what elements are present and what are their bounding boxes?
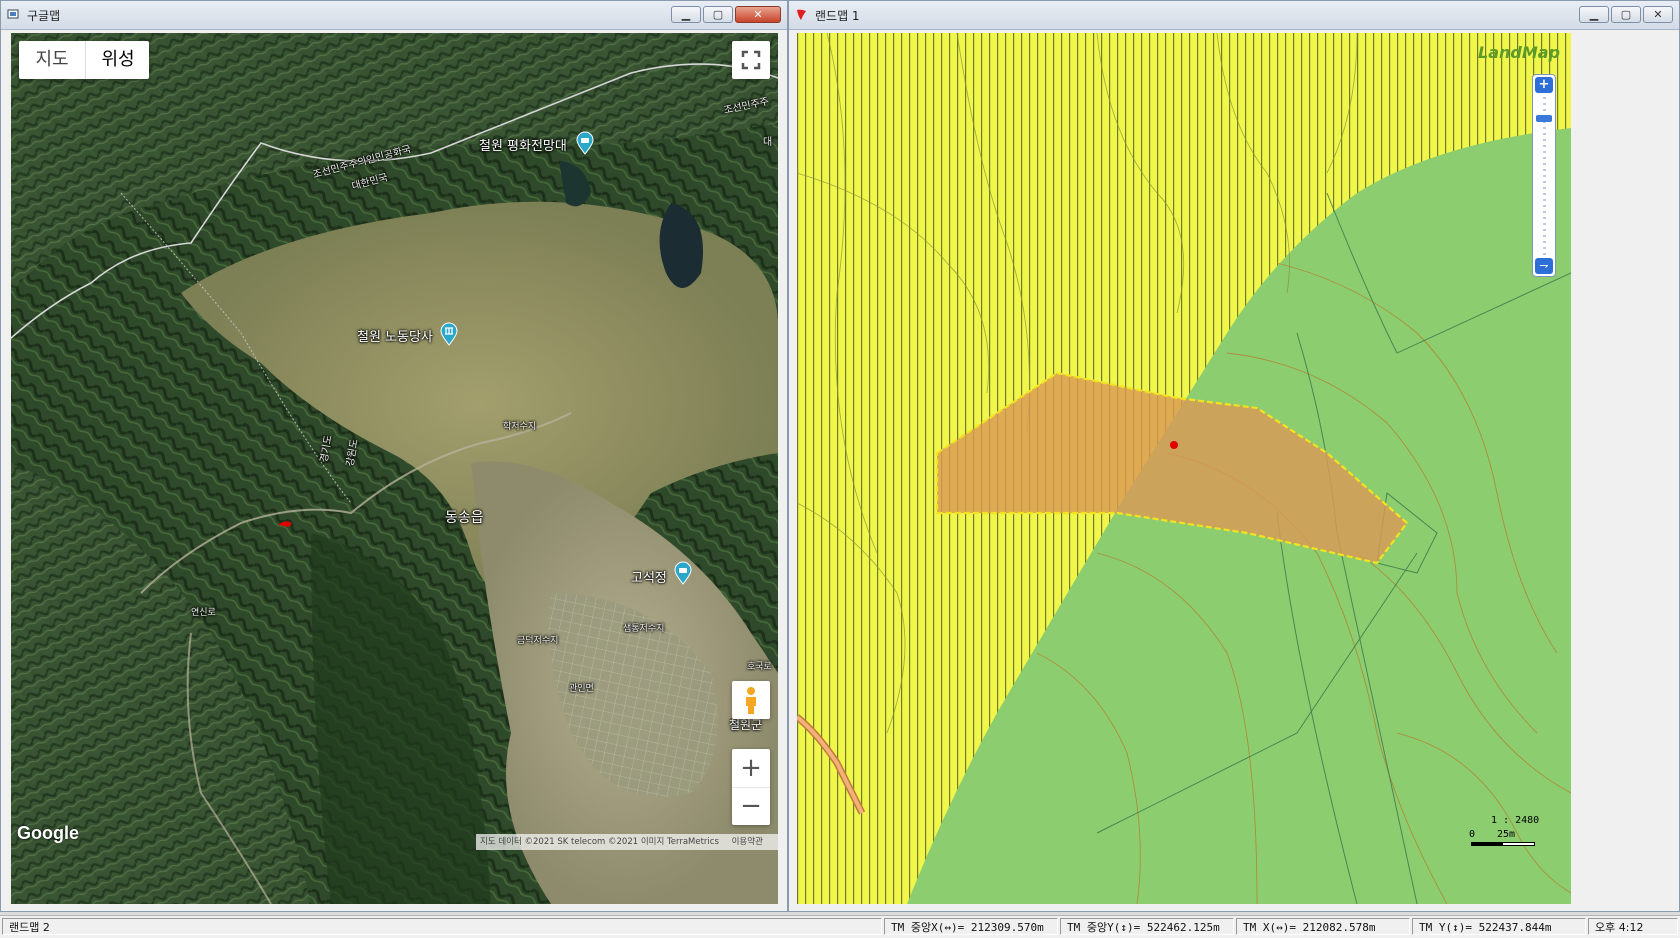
- zoom-out-button[interactable]: −: [732, 788, 770, 825]
- land-use-map[interactable]: LandMap + ⇁ 1 : 2480 0 25m: [797, 33, 1571, 904]
- border-label-south-right: 대: [763, 137, 773, 148]
- landmap-window: 랜드맵 1 ▁ ▢ ✕ LandMap + ⇁ 1: 2480 0 25m: [788, 0, 1680, 912]
- terms-link[interactable]: 이용약관: [722, 837, 763, 847]
- lake-label: 금덕저수지: [517, 636, 559, 646]
- attribution-text: 지도 데이터 ©2021 SK telecom ©2021 이미지 TerraM…: [480, 837, 719, 847]
- window-title: 랜드맵 1: [815, 9, 860, 23]
- scale-bar: [1471, 842, 1535, 846]
- place-label: 철원 평화전망대: [479, 139, 567, 154]
- status-clock: 오후 4:12: [1588, 918, 1678, 935]
- status-tm-x: TM X(↔)= 212082.578m: [1236, 918, 1410, 935]
- lake-label: 학저수지: [503, 422, 537, 432]
- lake-label: 샘통저수지: [623, 624, 665, 634]
- status-bar: 랜드맵 2 TM 중앙X(↔)= 212309.570m TM 중앙Y(↕)= …: [0, 915, 1680, 938]
- place-pin-goseokjeong[interactable]: 고석정: [631, 561, 692, 586]
- camera-pin-icon: [576, 131, 594, 155]
- zoom-control: + −: [732, 749, 770, 825]
- status-tm-y: TM Y(↕)= 522437.844m: [1412, 918, 1586, 935]
- zoom-handle[interactable]: [1536, 115, 1552, 122]
- landmap-zoom-reset-button[interactable]: ⇁: [1535, 258, 1553, 274]
- fullscreen-icon: [741, 50, 761, 70]
- minimize-button[interactable]: ▁: [1579, 6, 1609, 23]
- maximize-button[interactable]: ▢: [703, 6, 733, 23]
- scale-ratio: 1 : 2480: [1491, 815, 1540, 826]
- pegman-icon: [746, 687, 756, 714]
- town-label: 동송읍: [445, 510, 484, 526]
- scale-length: 25m: [1497, 829, 1516, 840]
- attribution-bar: 지도 데이터 ©2021 SK telecom ©2021 이미지 TerraM…: [476, 834, 778, 850]
- status-app-name: 랜드맵 2: [2, 918, 882, 935]
- map-type-map-button[interactable]: 지도: [19, 41, 85, 79]
- satellite-map[interactable]: 지도 위성 철원 평화전망대 철원 노동당사 고석정 동송읍 조선민주주의인민공…: [11, 33, 778, 904]
- landmap-app-icon: [797, 9, 806, 20]
- zoom-slider: + ⇁: [1532, 74, 1556, 277]
- zoom-in-button[interactable]: +: [732, 749, 770, 788]
- place-label: 고석정: [631, 571, 667, 586]
- landmark-pin-icon: [440, 322, 458, 346]
- status-tm-center-y: TM 중앙Y(↕)= 522462.125m: [1060, 918, 1234, 935]
- scale-zero: 0: [1469, 829, 1476, 840]
- camera-pin-icon: [674, 561, 692, 585]
- satellite-imagery: [11, 33, 778, 904]
- window-title: 구글맵: [27, 9, 61, 23]
- place-pin-peace-observatory[interactable]: 철원 평화전망대: [479, 131, 594, 155]
- close-button[interactable]: ✕: [1643, 6, 1673, 23]
- land-use-layers: [797, 33, 1571, 904]
- place-label: 철원 노동당사: [357, 330, 433, 345]
- minimize-button[interactable]: ▁: [671, 6, 701, 23]
- map-type-satellite-button[interactable]: 위성: [85, 41, 150, 79]
- close-button[interactable]: ✕: [735, 6, 781, 23]
- fullscreen-button[interactable]: [732, 41, 770, 79]
- street-view-pegman[interactable]: [732, 681, 770, 719]
- landmap-zoom-in-button[interactable]: +: [1535, 77, 1553, 93]
- map-type-control: 지도 위성: [19, 41, 149, 79]
- google-map-titlebar[interactable]: 구글맵 ▁ ▢ ✕: [1, 1, 787, 30]
- status-tm-center-x: TM 중앙X(↔)= 212309.570m: [884, 918, 1058, 935]
- place-pin-labor-party-hq[interactable]: 철원 노동당사: [357, 322, 458, 346]
- road-label: 연신로: [191, 608, 216, 618]
- road-label-hoguk: 호국로: [747, 662, 772, 672]
- maximize-button[interactable]: ▢: [1611, 6, 1641, 23]
- google-logo: Google: [17, 823, 79, 843]
- landmap-titlebar[interactable]: 랜드맵 1 ▁ ▢ ✕: [789, 1, 1679, 30]
- parcel-marker[interactable]: [1170, 441, 1178, 449]
- app-icon: [7, 9, 19, 19]
- google-map-window: 구글맵 ▁ ▢ ✕ 지도 위성 철원 평화전망대 철원 노동당사 고석정 동송읍…: [0, 0, 788, 912]
- landmap-logo: LandMap: [1478, 43, 1561, 62]
- town-label-gwanin: 관인면: [569, 684, 594, 694]
